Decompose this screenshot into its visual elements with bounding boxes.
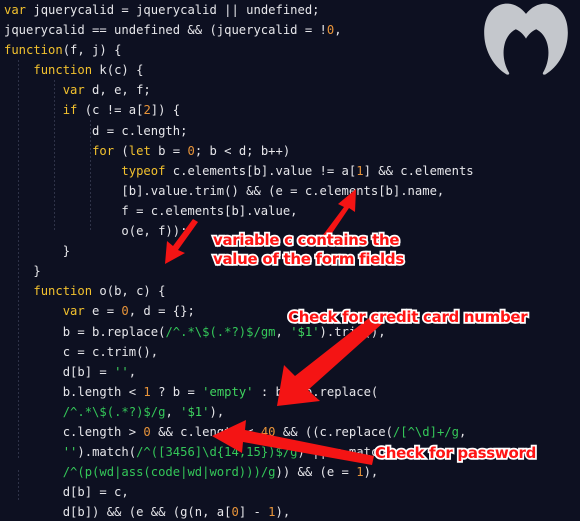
annotation-credit-card-text: Check for credit card number [288,308,528,327]
annotation-form-fields-text: variable c contains the [213,231,400,250]
arrow-to-c-parameter [165,219,198,264]
arrow-to-password-regex [212,420,374,465]
code-line: d = c.length; [4,123,188,138]
annotation-text: variable c contains the [213,231,400,249]
arrow-to-credit-card-regex [277,314,383,406]
code-line: d[b] = c, [4,485,129,500]
annotation-text: value of the form fields [213,250,404,268]
code-line: var d, e, f; [62,83,151,98]
code-line: for (let b = 0; b < d; b++) [92,143,291,158]
annotation-form-fields-text2: value of the form fields [213,250,404,269]
screenshot-root: var jquerycalid = jquerycalid || undefin… [0,0,580,521]
code-line: d[b]) && (e && (g(n, a[0] - 1), [4,505,291,520]
code-line: typeof c.elements[b].value != a[1] && c.… [121,163,474,178]
code-line: f = c.elements[b].value, [4,203,298,218]
malwarebytes-logo [484,3,568,75]
code-line: [b].value.trim() && (e = c.elements[b].n… [4,183,445,198]
annotation-text: Check for password [375,444,537,462]
code-line: function o(b, c) { [33,284,166,299]
annotation-password-text: Check for password [375,444,536,463]
annotation-text: Check for credit card number [288,308,528,326]
code-line: if (c != a[2]) { [62,103,181,118]
